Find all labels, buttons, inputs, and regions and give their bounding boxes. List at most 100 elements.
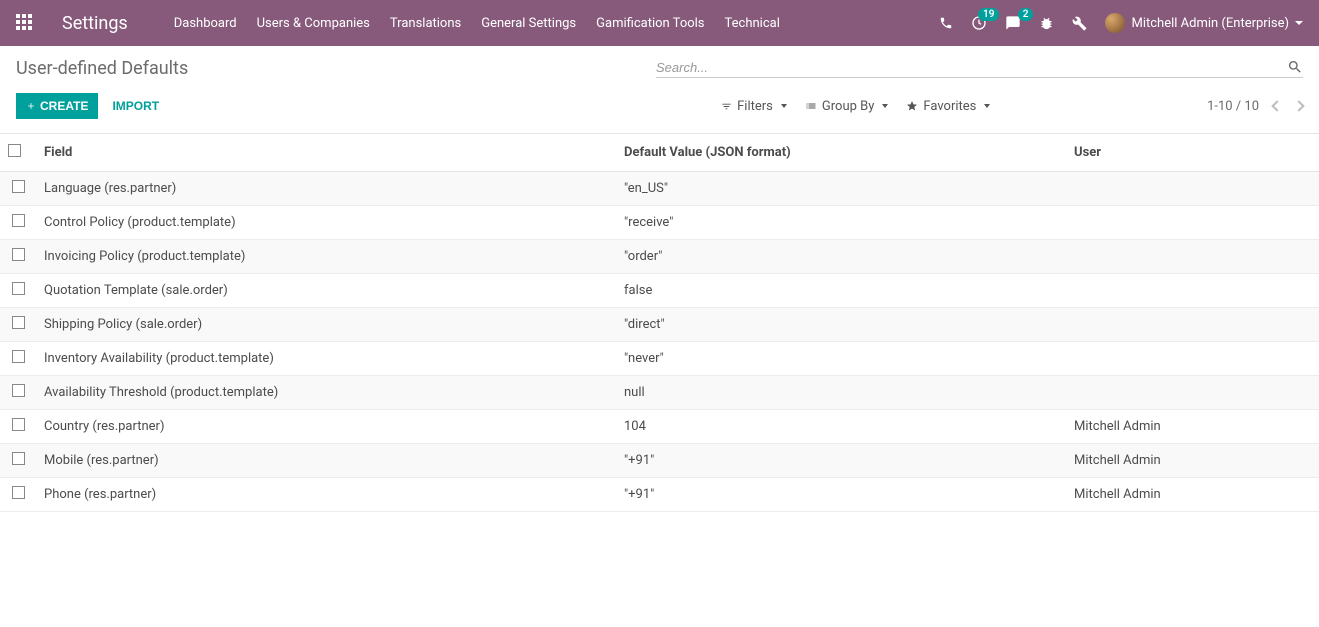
row-checkbox[interactable] — [12, 214, 25, 227]
cell-user — [1066, 274, 1319, 308]
menu-gamification-tools[interactable]: Gamification Tools — [596, 16, 704, 31]
cell-field: Invoicing Policy (product.template) — [36, 240, 616, 274]
debug-icon[interactable] — [1039, 16, 1054, 31]
phone-icon[interactable] — [939, 16, 953, 30]
filters-label: Filters — [737, 99, 773, 114]
apps-icon[interactable] — [16, 14, 34, 32]
activities-badge: 19 — [978, 8, 999, 21]
chevron-down-icon — [1295, 21, 1303, 25]
menu-technical[interactable]: Technical — [725, 16, 780, 31]
cell-user — [1066, 240, 1319, 274]
import-button[interactable]: IMPORT — [112, 99, 159, 113]
create-label: CREATE — [40, 99, 88, 113]
developer-tools-icon[interactable] — [1072, 16, 1087, 31]
cell-value: "en_US" — [616, 172, 1066, 206]
menu-users-companies[interactable]: Users & Companies — [257, 16, 370, 31]
cell-value: "direct" — [616, 308, 1066, 342]
cell-value: "+91" — [616, 478, 1066, 512]
row-checkbox[interactable] — [12, 316, 25, 329]
table-row[interactable]: Availability Threshold (product.template… — [0, 376, 1319, 410]
table-row[interactable]: Quotation Template (sale.order)false — [0, 274, 1319, 308]
cell-value: "+91" — [616, 444, 1066, 478]
cell-value: null — [616, 376, 1066, 410]
chevron-down-icon — [984, 104, 990, 108]
search-icon[interactable] — [1287, 59, 1303, 75]
cell-user — [1066, 342, 1319, 376]
list-icon — [805, 100, 817, 112]
pager-next[interactable] — [1293, 100, 1304, 111]
cell-user: Mitchell Admin — [1066, 410, 1319, 444]
star-icon — [906, 100, 918, 112]
user-label: Mitchell Admin (Enterprise) — [1131, 16, 1289, 31]
table-row[interactable]: Mobile (res.partner)"+91"Mitchell Admin — [0, 444, 1319, 478]
pager: 1-10 / 10 — [1207, 99, 1303, 114]
main-menu: Dashboard Users & Companies Translations… — [174, 16, 780, 31]
menu-translations[interactable]: Translations — [390, 16, 461, 31]
cell-user — [1066, 376, 1319, 410]
groupby-dropdown[interactable]: Group By — [805, 99, 889, 114]
cell-value: "order" — [616, 240, 1066, 274]
row-checkbox[interactable] — [12, 180, 25, 193]
table-row[interactable]: Phone (res.partner)"+91"Mitchell Admin — [0, 478, 1319, 512]
chevron-down-icon — [882, 104, 888, 108]
messages-icon[interactable]: 2 — [1005, 15, 1021, 31]
pager-prev[interactable] — [1271, 100, 1282, 111]
table-row[interactable]: Country (res.partner)104Mitchell Admin — [0, 410, 1319, 444]
row-checkbox[interactable] — [12, 452, 25, 465]
cell-user: Mitchell Admin — [1066, 444, 1319, 478]
column-field[interactable]: Field — [36, 134, 616, 172]
cell-value: "receive" — [616, 206, 1066, 240]
search-bar[interactable] — [656, 59, 1303, 78]
column-value[interactable]: Default Value (JSON format) — [616, 134, 1066, 172]
cell-field: Shipping Policy (sale.order) — [36, 308, 616, 342]
filter-icon — [721, 101, 732, 112]
favorites-label: Favorites — [923, 99, 976, 114]
create-button[interactable]: CREATE — [16, 93, 98, 119]
cell-field: Inventory Availability (product.template… — [36, 342, 616, 376]
control-panel: User-defined Defaults CREATE IMPORT Filt… — [0, 46, 1319, 129]
activities-icon[interactable]: 19 — [971, 15, 987, 31]
menu-general-settings[interactable]: General Settings — [481, 16, 576, 31]
favorites-dropdown[interactable]: Favorites — [906, 99, 990, 114]
pager-text: 1-10 / 10 — [1207, 99, 1259, 114]
search-input[interactable] — [656, 60, 1287, 75]
row-checkbox[interactable] — [12, 418, 25, 431]
cell-field: Control Policy (product.template) — [36, 206, 616, 240]
cell-field: Quotation Template (sale.order) — [36, 274, 616, 308]
cell-field: Language (res.partner) — [36, 172, 616, 206]
select-all-checkbox[interactable] — [8, 144, 21, 157]
cell-value: 104 — [616, 410, 1066, 444]
systray: 19 2 Mitchell Admin (Enterprise) — [939, 13, 1303, 33]
app-brand[interactable]: Settings — [62, 13, 128, 34]
plus-icon — [26, 101, 36, 111]
cell-user — [1066, 206, 1319, 240]
chevron-down-icon — [781, 104, 787, 108]
table-row[interactable]: Control Policy (product.template)"receiv… — [0, 206, 1319, 240]
cell-field: Country (res.partner) — [36, 410, 616, 444]
messages-badge: 2 — [1018, 8, 1034, 21]
table-row[interactable]: Invoicing Policy (product.template)"orde… — [0, 240, 1319, 274]
avatar — [1105, 13, 1125, 33]
groupby-label: Group By — [822, 99, 875, 114]
cell-user: Mitchell Admin — [1066, 478, 1319, 512]
cell-user — [1066, 172, 1319, 206]
column-user[interactable]: User — [1066, 134, 1319, 172]
menu-dashboard[interactable]: Dashboard — [174, 16, 237, 31]
filters-dropdown[interactable]: Filters — [721, 99, 787, 114]
top-nav: Settings Dashboard Users & Companies Tra… — [0, 0, 1319, 46]
table-row[interactable]: Inventory Availability (product.template… — [0, 342, 1319, 376]
row-checkbox[interactable] — [12, 282, 25, 295]
user-menu[interactable]: Mitchell Admin (Enterprise) — [1105, 13, 1303, 33]
cell-user — [1066, 308, 1319, 342]
row-checkbox[interactable] — [12, 384, 25, 397]
row-checkbox[interactable] — [12, 350, 25, 363]
cell-value: "never" — [616, 342, 1066, 376]
breadcrumb: User-defined Defaults — [16, 58, 656, 79]
table-row[interactable]: Language (res.partner)"en_US" — [0, 172, 1319, 206]
cell-field: Availability Threshold (product.template… — [36, 376, 616, 410]
row-checkbox[interactable] — [12, 248, 25, 261]
cell-value: false — [616, 274, 1066, 308]
cell-field: Mobile (res.partner) — [36, 444, 616, 478]
table-row[interactable]: Shipping Policy (sale.order)"direct" — [0, 308, 1319, 342]
row-checkbox[interactable] — [12, 486, 25, 499]
